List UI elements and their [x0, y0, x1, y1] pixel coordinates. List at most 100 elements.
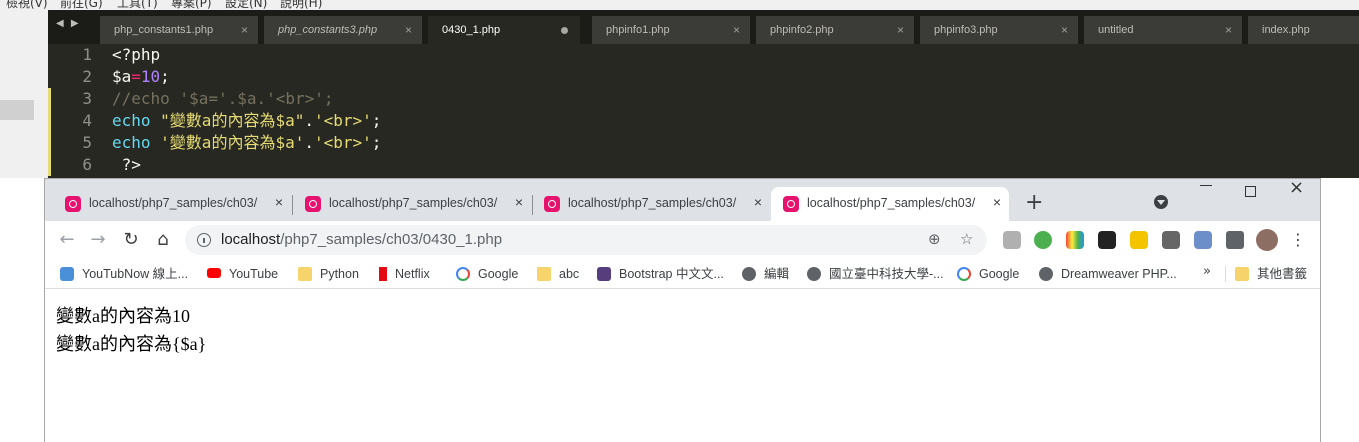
close-icon[interactable]: ×	[733, 16, 740, 44]
bookmark-label: Python	[320, 267, 359, 281]
code-token: //echo '$a='.$a.'<br>';	[112, 89, 334, 108]
close-icon[interactable]: ×	[275, 194, 283, 210]
editor-tab[interactable]: phpinfo2.php ×	[756, 16, 914, 44]
back-button[interactable]: ←	[54, 227, 80, 253]
browser-tab[interactable]: localhost/php7_samples/ch03/ ×	[53, 187, 291, 221]
chrome-menu-icon[interactable]: ⋮	[1285, 227, 1311, 253]
line-number: 3	[82, 89, 92, 108]
code-line-2: $a=10;	[112, 66, 170, 88]
editor-tab-label: 0430_1.php	[442, 24, 501, 36]
forward-button[interactable]: →	[85, 227, 111, 253]
code-token: '<br>'	[313, 111, 372, 130]
globe-icon	[1039, 266, 1053, 281]
bookmark-item[interactable]: YouTube	[207, 265, 278, 283]
editor-tab-label: index.php	[1262, 24, 1310, 36]
line-number: 6	[82, 155, 92, 174]
new-tab-button[interactable]: +	[1025, 191, 1043, 215]
folder-icon	[298, 266, 312, 281]
side-panel-selection[interactable]	[0, 100, 34, 120]
bookmark-item[interactable]: 國立臺中科技大學-...	[807, 265, 944, 283]
editor-tab[interactable]: php_constants3.php ×	[264, 16, 422, 44]
bookmark-label: abc	[559, 267, 580, 281]
bootstrap-icon	[597, 266, 611, 281]
maximize-icon[interactable]	[1245, 186, 1256, 197]
code-token: <?php	[112, 45, 161, 64]
bookmark-item[interactable]: 編輯	[742, 265, 789, 283]
bookmark-item[interactable]: Netflix	[379, 265, 430, 283]
extension-tampermonkey-icon[interactable]	[1098, 231, 1116, 249]
favicon-icon	[65, 196, 81, 212]
menu-preferences[interactable]: 設定(N)	[225, 0, 267, 10]
editor-side-panel	[0, 10, 48, 178]
code-token: ?>	[112, 155, 141, 174]
menu-goto[interactable]: 前往(G)	[60, 0, 103, 10]
close-icon[interactable]: ×	[993, 194, 1001, 210]
extension-screenshot-icon[interactable]	[1003, 231, 1021, 249]
minimize-icon[interactable]	[1200, 185, 1212, 186]
browser-tab-title: localhost/php7_samples/ch03/	[807, 196, 976, 210]
page-content: 變數a的內容為10 變數a的內容為{$a}	[45, 290, 1320, 442]
close-icon[interactable]: ×	[1225, 16, 1232, 44]
code-line-3: //echo '$a='.$a.'<br>';	[112, 88, 334, 110]
extension-keyboard-icon[interactable]	[1130, 231, 1148, 249]
extension-color-icon[interactable]	[1066, 231, 1084, 249]
editor-tab[interactable]: php_constants1.php ×	[100, 16, 258, 44]
close-icon[interactable]: ×	[897, 16, 904, 44]
editor-tab[interactable]: phpinfo3.php ×	[920, 16, 1078, 44]
home-button[interactable]: ⌂	[150, 227, 176, 253]
code-editor[interactable]: 1 2 3 4 5 6 <?php $a=10; //echo '$a='.$a…	[48, 44, 1359, 178]
bookmark-label: Netflix	[395, 267, 430, 281]
extension-car-icon[interactable]	[1162, 231, 1180, 249]
favicon-icon	[783, 196, 799, 212]
editor-tab[interactable]: index.php	[1248, 16, 1359, 44]
bookmark-item[interactable]: Bootstrap 中文文...	[597, 265, 724, 283]
modified-dot-icon	[561, 27, 568, 34]
bookmark-item[interactable]: Google	[456, 265, 518, 283]
bookmark-item[interactable]: Dreamweaver PHP...	[1039, 265, 1177, 283]
bookmark-item[interactable]: Google	[957, 265, 1019, 283]
avatar[interactable]	[1256, 229, 1278, 251]
bookmark-item[interactable]: YouTubNow 線上...	[60, 265, 188, 283]
other-bookmarks[interactable]: 其他書籤	[1235, 265, 1307, 283]
zoom-icon[interactable]: ⊕	[928, 230, 941, 248]
code-line-5: echo '變數a的內容為$a'.'<br>';	[112, 132, 381, 154]
code-token: echo	[112, 111, 151, 130]
bookmark-item[interactable]: abc	[537, 265, 579, 283]
code-line-6: ?>	[112, 154, 141, 176]
close-icon[interactable]: ×	[405, 16, 412, 44]
code-token: ;	[371, 133, 382, 152]
browser-tab[interactable]: localhost/php7_samples/ch03/ ×	[293, 187, 531, 221]
browser-tab[interactable]: localhost/php7_samples/ch03/ ×	[532, 187, 770, 221]
youtubnow-icon	[60, 266, 74, 281]
editor-tabbar: ◀ ▶ php_constants1.php × php_constants3.…	[48, 10, 1359, 44]
browser-tab-active[interactable]: localhost/php7_samples/ch03/ ×	[771, 187, 1009, 221]
close-icon[interactable]: ×	[754, 194, 762, 210]
bookmark-label: 國立臺中科技大學-...	[829, 267, 944, 281]
menu-project[interactable]: 專案(P)	[171, 0, 212, 10]
window-close-icon[interactable]: ×	[1289, 177, 1304, 198]
tab-nav-arrows-icon[interactable]: ◀ ▶	[56, 18, 81, 29]
menu-tools[interactable]: 工具(T)	[117, 0, 158, 10]
close-icon[interactable]: ×	[241, 16, 248, 44]
extensions-puzzle-icon[interactable]	[1226, 231, 1244, 249]
reload-button[interactable]: ↻	[118, 227, 144, 253]
extension-blocker-icon[interactable]	[1194, 231, 1212, 249]
editor-tab[interactable]: phpinfo1.php ×	[592, 16, 750, 44]
code-line-1: <?php	[112, 44, 160, 66]
bookmarks-overflow-button[interactable]: »	[1203, 264, 1211, 279]
editor-tab[interactable]: untitled ×	[1084, 16, 1242, 44]
browser-tab-title: localhost/php7_samples/ch03/	[568, 196, 737, 210]
address-bar[interactable]: localhost/php7_samples/ch03/0430_1.php ⊕…	[185, 225, 987, 255]
extension-line-icon[interactable]	[1034, 231, 1052, 249]
close-icon[interactable]: ×	[515, 194, 523, 210]
bookmark-star-icon[interactable]: ☆	[960, 230, 973, 248]
menu-view[interactable]: 檢視(V)	[6, 0, 48, 10]
site-info-icon[interactable]	[197, 233, 211, 247]
code-token: 10	[140, 67, 161, 86]
close-icon[interactable]: ×	[1061, 16, 1068, 44]
google-icon	[456, 266, 470, 281]
tab-search-icon[interactable]	[1154, 195, 1168, 209]
bookmark-item[interactable]: Python	[298, 265, 359, 283]
menu-help[interactable]: 說明(H)	[280, 0, 322, 10]
editor-tab-active[interactable]: 0430_1.php	[428, 16, 580, 44]
